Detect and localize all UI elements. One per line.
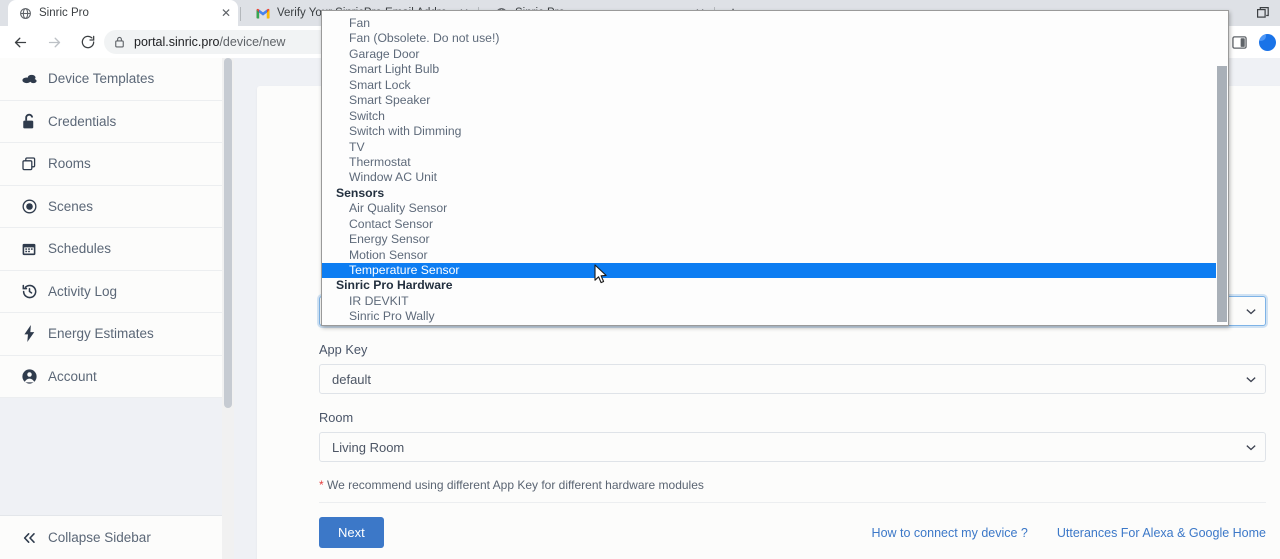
- sidebar-spacer: [0, 398, 222, 522]
- dropdown-option[interactable]: TV: [322, 140, 1216, 155]
- sidebar-item-label: Energy Estimates: [48, 326, 154, 342]
- utterances-link[interactable]: Utterances For Alexa & Google Home: [1057, 526, 1266, 540]
- sidebar-item-label: Rooms: [48, 156, 91, 172]
- dropdown-option[interactable]: Air Quality Sensor: [322, 201, 1216, 216]
- page-scrollbar-thumb[interactable]: [224, 58, 232, 408]
- form-actions: Next How to connect my device ? Utteranc…: [319, 517, 1266, 548]
- dropdown-option[interactable]: Window AC Unit: [322, 170, 1216, 185]
- dropdown-option[interactable]: Sinric Pro Wally: [322, 309, 1216, 324]
- dropdown-option[interactable]: Temperature Sensor: [322, 263, 1216, 279]
- app-key-field: App Key default: [319, 342, 1266, 394]
- dropdown-scrollbar-thumb[interactable]: [1217, 66, 1227, 322]
- dropdown-group-label: Sinric Pro Hardware: [336, 278, 453, 293]
- dropdown-option[interactable]: Contact Sensor: [322, 217, 1216, 232]
- room-label: Room: [319, 410, 354, 425]
- app-key-value: default: [332, 371, 372, 387]
- dropdown-option[interactable]: Thermostat: [322, 155, 1216, 170]
- eye-icon: [14, 198, 44, 215]
- room-field: Room Living Room: [319, 410, 1266, 462]
- side-panel-icon[interactable]: [1228, 31, 1250, 53]
- dropdown-option[interactable]: IR DEVKIT: [322, 294, 1216, 309]
- url-path: /device/new: [219, 35, 286, 49]
- collapse-sidebar-label: Collapse Sidebar: [48, 530, 151, 545]
- unlock-icon: [14, 113, 44, 130]
- sidebar-item-rooms[interactable]: Rooms: [0, 143, 222, 186]
- sidebar-item-label: Scenes: [48, 198, 94, 214]
- back-arrow-icon[interactable]: [6, 28, 34, 56]
- avatar[interactable]: [1256, 31, 1278, 53]
- chevron-down-icon: [1246, 297, 1256, 325]
- bolt-icon: [14, 325, 44, 343]
- url-host: portal.sinric.pro: [134, 35, 220, 49]
- page-scrollbar[interactable]: [222, 58, 234, 559]
- dropdown-option[interactable]: Smart Lock: [322, 78, 1216, 93]
- dropdown-option[interactable]: Switch with Dimming: [322, 124, 1216, 139]
- sidebar-item-label: Device Templates: [48, 71, 155, 87]
- sidebar-item-label: Credentials: [48, 113, 117, 129]
- collapse-sidebar-button[interactable]: Collapse Sidebar: [0, 515, 222, 559]
- history-icon: [14, 283, 44, 300]
- app-key-select[interactable]: default: [319, 364, 1266, 394]
- device-type-dropdown-popup[interactable]: Fan Fan (Obsolete. Do not use!) Garage Doo…: [321, 10, 1229, 326]
- browser-window: Sinric Pro ✕ Verify Your SinricPro Email…: [0, 0, 1280, 559]
- help-links: How to connect my device ? Utterances Fo…: [872, 526, 1266, 540]
- new-device-form: Switch App Key default: [319, 296, 1266, 548]
- app-key-label: App Key: [319, 342, 368, 357]
- calendar-icon: [14, 241, 44, 257]
- form-divider: [319, 502, 1266, 503]
- restore-icon[interactable]: [1248, 0, 1278, 26]
- dropdown-scrollbar[interactable]: [1216, 11, 1228, 325]
- dropdown-option-list: Fan Fan (Obsolete. Do not use!) Garage Doo…: [322, 16, 1216, 325]
- user-circle-icon: [14, 368, 44, 385]
- copy-icon: [14, 156, 44, 172]
- dropdown-option[interactable]: Smart Light Bulb: [322, 62, 1216, 77]
- browser-tab-1[interactable]: Sinric Pro ✕: [8, 0, 238, 26]
- dropdown-option[interactable]: Garage Door: [322, 47, 1216, 62]
- dropdown-option[interactable]: Energy Sensor: [322, 232, 1216, 247]
- chevron-down-icon: [1246, 365, 1256, 393]
- sidebar-item-scenes[interactable]: Scenes: [0, 186, 222, 228]
- app-key-note: * We recommend using different App Key f…: [319, 478, 1266, 492]
- sidebar-item-activity-log[interactable]: Activity Log: [0, 271, 222, 313]
- dropdown-group-label: Sensors: [336, 185, 385, 200]
- sidebar-item-device-templates[interactable]: Device Templates: [0, 58, 222, 101]
- devices-icon: [14, 70, 44, 87]
- how-to-connect-link[interactable]: How to connect my device ?: [872, 526, 1028, 540]
- close-icon[interactable]: ✕: [218, 5, 234, 21]
- app-key-note-text: We recommend using different App Key for…: [323, 478, 704, 492]
- sidebar-item-energy-estimates[interactable]: Energy Estimates: [0, 313, 222, 356]
- sidebar-item-schedules[interactable]: Schedules: [0, 228, 222, 271]
- lock-icon: [114, 36, 125, 48]
- reload-icon[interactable]: [74, 28, 102, 56]
- sidebar-item-credentials[interactable]: Credentials: [0, 101, 222, 143]
- room-value: Living Room: [332, 439, 405, 455]
- dropdown-option[interactable]: Fan: [322, 16, 1216, 31]
- tab-title: Sinric Pro: [39, 7, 89, 19]
- gmail-icon: [256, 6, 270, 20]
- toolbar-right-icons: [1228, 30, 1278, 54]
- dropdown-option[interactable]: Fan (Obsolete. Do not use!): [322, 31, 1216, 46]
- sidebar-item-label: Account: [48, 368, 97, 384]
- chevron-down-icon: [1246, 433, 1256, 461]
- dropdown-option[interactable]: Motion Sensor: [322, 248, 1216, 263]
- next-button[interactable]: Next: [319, 517, 384, 548]
- dropdown-option[interactable]: Smart Speaker: [322, 93, 1216, 108]
- dropdown-option[interactable]: Switch: [322, 109, 1216, 124]
- sidebar-item-label: Activity Log: [48, 283, 118, 299]
- sidebar: Device Templates Credentials Rooms Scene…: [0, 58, 222, 559]
- globe-icon: [18, 6, 32, 20]
- double-chevron-left-icon: [14, 532, 44, 544]
- sidebar-item-label: Schedules: [48, 241, 112, 257]
- sidebar-item-account[interactable]: Account: [0, 356, 222, 398]
- room-select[interactable]: Living Room: [319, 432, 1266, 462]
- forward-arrow-icon: [40, 28, 68, 56]
- tab-separator: [240, 7, 241, 21]
